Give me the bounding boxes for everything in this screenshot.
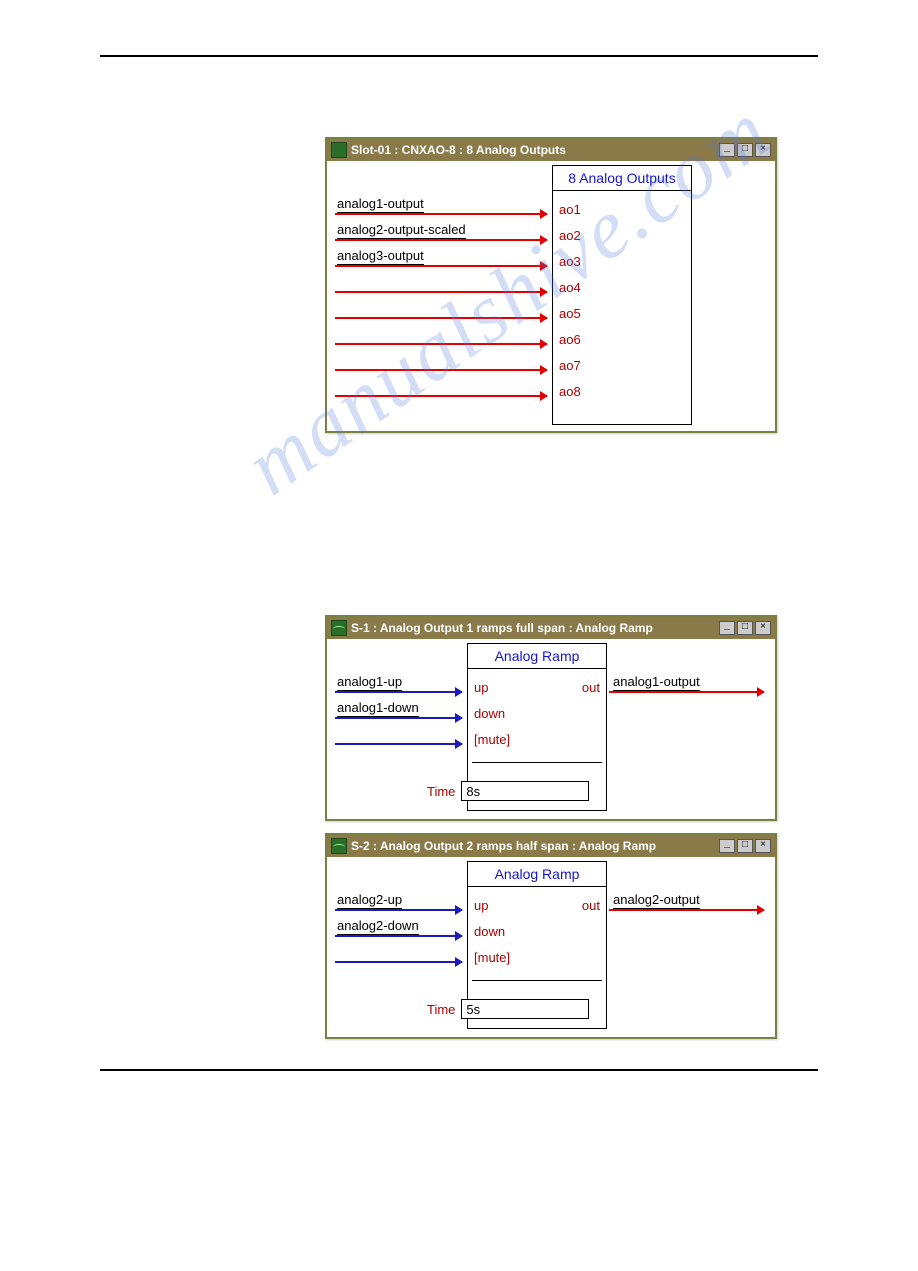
minimize-button[interactable]: _ (719, 839, 735, 853)
signal-analog1-output: analog1-output (337, 196, 424, 213)
wire (335, 717, 462, 719)
maximize-button[interactable]: □ (737, 143, 753, 157)
time-row: Time 5s (427, 999, 589, 1019)
port-down: down (474, 924, 505, 939)
time-field[interactable]: 8s (461, 781, 589, 801)
port-out: out (582, 898, 600, 913)
port-ao6: ao6 (559, 332, 581, 347)
wire (335, 343, 547, 345)
document-page: Slot-01 : CNXAO-8 : 8 Analog Outputs _ □… (0, 0, 918, 1271)
time-row: Time 8s (427, 781, 589, 801)
signal-analog2-up: analog2-up (337, 892, 402, 909)
bottom-rule (100, 1069, 818, 1071)
time-label: Time (427, 784, 455, 799)
window-title: S-1 : Analog Output 1 ramps full span : … (351, 621, 719, 635)
port-ao2: ao2 (559, 228, 581, 243)
window-s1-analog-ramp: S-1 : Analog Output 1 ramps full span : … (325, 615, 777, 821)
wire (335, 291, 547, 293)
window-slot01: Slot-01 : CNXAO-8 : 8 Analog Outputs _ □… (325, 137, 777, 433)
module-header: Analog Ramp (468, 862, 606, 887)
time-label: Time (427, 1002, 455, 1017)
wire (335, 395, 547, 397)
signal-analog2-down: analog2-down (337, 918, 419, 935)
close-button[interactable]: × (755, 621, 771, 635)
signal-analog2-output: analog2-output (613, 892, 700, 909)
wire (335, 743, 462, 745)
port-down: down (474, 706, 505, 721)
time-field[interactable]: 5s (461, 999, 589, 1019)
titlebar[interactable]: S-1 : Analog Output 1 ramps full span : … (327, 617, 775, 639)
wire (335, 909, 462, 911)
port-up: up (474, 680, 488, 695)
signal-analog1-output: analog1-output (613, 674, 700, 691)
signal-analog2-output-scaled: analog2-output-scaled (337, 222, 466, 239)
close-button[interactable]: × (755, 839, 771, 853)
module-box-analog-outputs: 8 Analog Outputs ao1 ao2 ao3 ao4 ao5 ao6… (552, 165, 692, 425)
wire (335, 691, 462, 693)
port-ao1: ao1 (559, 202, 581, 217)
wire (609, 691, 764, 693)
top-rule (100, 55, 818, 57)
port-up: up (474, 898, 488, 913)
maximize-button[interactable]: □ (737, 621, 753, 635)
window-title: Slot-01 : CNXAO-8 : 8 Analog Outputs (351, 143, 719, 157)
wire (335, 961, 462, 963)
wire (335, 935, 462, 937)
app-icon (331, 620, 347, 636)
wire (335, 213, 547, 215)
app-icon (331, 142, 347, 158)
signal-analog1-up: analog1-up (337, 674, 402, 691)
signal-analog3-output: analog3-output (337, 248, 424, 265)
port-ao3: ao3 (559, 254, 581, 269)
port-mute: [mute] (474, 732, 510, 747)
port-out: out (582, 680, 600, 695)
titlebar[interactable]: Slot-01 : CNXAO-8 : 8 Analog Outputs _ □… (327, 139, 775, 161)
window-title: S-2 : Analog Output 2 ramps half span : … (351, 839, 719, 853)
wire (609, 909, 764, 911)
titlebar[interactable]: S-2 : Analog Output 2 ramps half span : … (327, 835, 775, 857)
maximize-button[interactable]: □ (737, 839, 753, 853)
minimize-button[interactable]: _ (719, 143, 735, 157)
wire (335, 239, 547, 241)
minimize-button[interactable]: _ (719, 621, 735, 635)
signal-analog1-down: analog1-down (337, 700, 419, 717)
port-ao4: ao4 (559, 280, 581, 295)
port-ao8: ao8 (559, 384, 581, 399)
port-ao7: ao7 (559, 358, 581, 373)
app-icon (331, 838, 347, 854)
wire (335, 317, 547, 319)
module-header: 8 Analog Outputs (553, 166, 691, 191)
close-button[interactable]: × (755, 143, 771, 157)
wire (335, 369, 547, 371)
module-header: Analog Ramp (468, 644, 606, 669)
wire (335, 265, 547, 267)
port-mute: [mute] (474, 950, 510, 965)
port-ao5: ao5 (559, 306, 581, 321)
window-s2-analog-ramp: S-2 : Analog Output 2 ramps half span : … (325, 833, 777, 1039)
